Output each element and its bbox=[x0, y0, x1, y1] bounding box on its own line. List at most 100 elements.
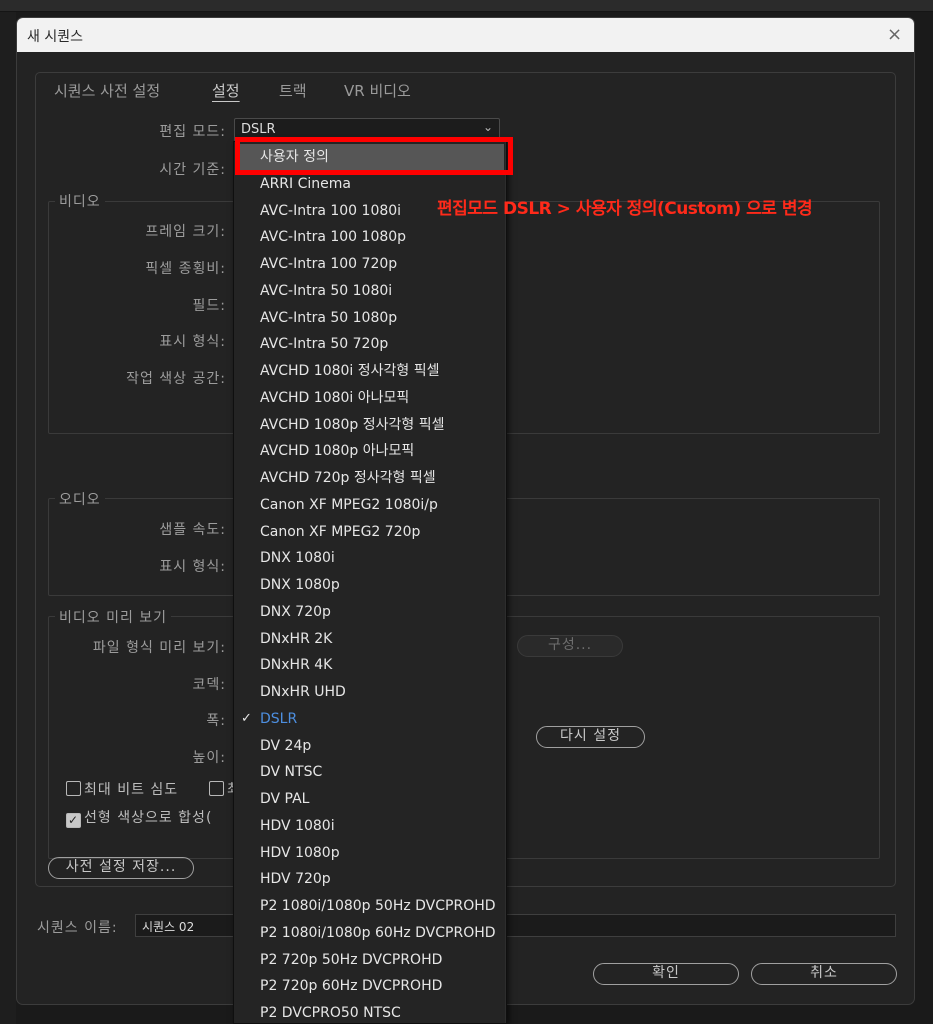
max-bit-depth-checkbox[interactable]: 최대 비트 심도 bbox=[66, 779, 178, 799]
annotation-text: 편집모드 DSLR > 사용자 정의(Custom) 으로 변경 bbox=[437, 199, 813, 219]
annotation-highlight-box bbox=[235, 137, 513, 175]
dropdown-item[interactable]: AVC-Intra 100 1080p bbox=[234, 224, 506, 250]
dropdown-item[interactable]: HDV 1080i bbox=[234, 813, 506, 839]
dropdown-item-label: AVCHD 1080i 정사각형 픽셀 bbox=[260, 363, 440, 379]
cancel-button[interactable]: 취소 bbox=[751, 963, 897, 985]
dropdown-item-label: HDV 1080p bbox=[260, 844, 340, 861]
dropdown-item-label: P2 720p 60Hz DVCPROHD bbox=[260, 978, 443, 995]
timebase-label: 시간 기준: bbox=[159, 162, 226, 178]
dropdown-item-label: DNxHR UHD bbox=[260, 684, 346, 700]
dropdown-item[interactable]: Canon XF MPEG2 1080i/p bbox=[234, 492, 506, 518]
dropdown-item-label: AVC-Intra 100 1080p bbox=[260, 229, 407, 246]
dropdown-item[interactable]: P2 1080i/1080p 60Hz DVCPROHD bbox=[234, 920, 506, 946]
linear-color-checkbox[interactable]: ✓ 선형 색상으로 합성( bbox=[66, 807, 212, 828]
preview-file-format-label: 파일 형식 미리 보기: bbox=[92, 640, 226, 656]
width-label: 폭: bbox=[206, 713, 226, 729]
dropdown-item[interactable]: AVC-Intra 50 1080p bbox=[234, 305, 506, 331]
dropdown-item-label: AVC-Intra 50 1080i bbox=[260, 282, 393, 299]
dropdown-item[interactable]: DNX 1080p bbox=[234, 572, 506, 598]
dropdown-item-label: P2 DVCPRO50 NTSC bbox=[260, 1005, 401, 1021]
dropdown-item[interactable]: DNxHR 2K bbox=[234, 626, 506, 652]
dropdown-item[interactable]: DNX 1080i bbox=[234, 545, 506, 571]
dropdown-item-label: P2 1080i/1080p 50Hz DVCPROHD bbox=[260, 898, 496, 914]
dropdown-item-label: DNX 1080i bbox=[260, 550, 335, 567]
dropdown-item[interactable]: DNX 720p bbox=[234, 599, 506, 625]
dropdown-item[interactable]: P2 720p 60Hz DVCPROHD bbox=[234, 973, 506, 999]
dropdown-item[interactable]: P2 1080i/1080p 50Hz DVCPROHD bbox=[234, 893, 506, 919]
tab-tracks[interactable]: 트랙 bbox=[279, 80, 307, 101]
dropdown-item-label: AVCHD 1080p 아나모픽 bbox=[260, 443, 415, 460]
dropdown-item[interactable]: DV NTSC bbox=[234, 759, 506, 785]
fields-label: 필드: bbox=[192, 298, 226, 314]
dropdown-item-label: AVC-Intra 100 1080i bbox=[260, 202, 402, 219]
dropdown-item-label: P2 720p 50Hz DVCPROHD bbox=[260, 951, 443, 968]
dialog-titlebar: 새 시퀀스 × bbox=[17, 18, 914, 52]
checkbox-checked-icon: ✓ bbox=[66, 813, 81, 828]
configure-button[interactable]: 구성... bbox=[517, 635, 623, 657]
chevron-down-icon: ⌄ bbox=[482, 120, 493, 134]
dropdown-item[interactable]: DV 24p bbox=[234, 733, 506, 759]
dropdown-scrollbar[interactable] bbox=[505, 142, 506, 1023]
sequence-name-label: 시퀀스 이름: bbox=[37, 920, 118, 936]
dropdown-item[interactable]: DV PAL bbox=[234, 786, 506, 812]
dropdown-item-label: DSLR bbox=[260, 710, 298, 727]
dropdown-item-label: ARRI Cinema bbox=[260, 175, 351, 192]
dropdown-item-label: DV PAL bbox=[260, 791, 310, 807]
dropdown-item-label: DV NTSC bbox=[260, 764, 323, 781]
dropdown-item[interactable]: P2 720p 50Hz DVCPROHD bbox=[234, 947, 506, 973]
dropdown-item-label: Canon XF MPEG2 1080i/p bbox=[260, 496, 438, 513]
dropdown-item[interactable]: AVCHD 1080i 아나모픽 bbox=[234, 385, 506, 411]
dropdown-item[interactable]: AVC-Intra 50 720p bbox=[234, 331, 506, 357]
background-app-panel bbox=[0, 12, 16, 1024]
ok-button[interactable]: 확인 bbox=[593, 963, 739, 985]
dropdown-item-label: AVCHD 1080i 아나모픽 bbox=[260, 389, 410, 406]
audio-display-format-label: 표시 형식: bbox=[159, 559, 226, 575]
working-color-space-label: 작업 색상 공간: bbox=[126, 371, 226, 387]
dropdown-item[interactable]: AVC-Intra 50 1080i bbox=[234, 278, 506, 304]
tab-settings[interactable]: 설정 bbox=[212, 80, 240, 101]
dropdown-item[interactable]: P2 DVCPRO50 NTSC bbox=[234, 1000, 506, 1023]
save-preset-button[interactable]: 사전 설정 저장... bbox=[48, 857, 194, 879]
dropdown-item[interactable]: AVCHD 1080p 정사각형 픽셀 bbox=[234, 412, 506, 438]
dropdown-item-label: DV 24p bbox=[260, 737, 312, 754]
tab-sequence-presets[interactable]: 시퀀스 사전 설정 bbox=[54, 80, 160, 101]
dropdown-item[interactable]: AVCHD 1080p 아나모픽 bbox=[234, 438, 506, 464]
video-group-title: 비디오 bbox=[55, 191, 105, 211]
dropdown-item[interactable]: ✓ DSLR bbox=[234, 706, 506, 732]
dropdown-item-label: AVCHD 720p 정사각형 픽셀 bbox=[260, 470, 436, 486]
height-label: 높이: bbox=[192, 750, 226, 766]
sample-rate-label: 샘플 속도: bbox=[159, 522, 226, 538]
dropdown-item-label: DNxHR 4K bbox=[260, 657, 333, 674]
dropdown-item[interactable]: DNxHR 4K bbox=[234, 652, 506, 678]
dropdown-item[interactable]: HDV 720p bbox=[234, 866, 506, 892]
background-app-toolbar bbox=[0, 0, 933, 12]
max-bit-depth-label: 최대 비트 심도 bbox=[84, 782, 179, 798]
tab-vr-video[interactable]: VR 비디오 bbox=[344, 80, 411, 101]
dropdown-item-label: DNX 1080p bbox=[260, 577, 340, 593]
dropdown-item[interactable]: AVCHD 1080i 정사각형 픽셀 bbox=[234, 358, 506, 384]
reset-button[interactable]: 다시 설정 bbox=[536, 726, 645, 748]
checkbox-empty-icon bbox=[209, 781, 224, 796]
dropdown-item-label: DNX 720p bbox=[260, 603, 331, 620]
dropdown-item-label: AVC-Intra 100 720p bbox=[260, 256, 398, 272]
display-format-label: 표시 형식: bbox=[159, 334, 226, 350]
dropdown-item-label: DNxHR 2K bbox=[260, 630, 333, 647]
checkmark-icon: ✓ bbox=[241, 710, 252, 726]
codec-label: 코덱: bbox=[192, 677, 226, 693]
dropdown-item[interactable]: AVC-Intra 100 720p bbox=[234, 251, 506, 277]
dropdown-item[interactable]: HDV 1080p bbox=[234, 840, 506, 866]
dropdown-item[interactable]: Canon XF MPEG2 720p bbox=[234, 519, 506, 545]
linear-color-label: 선형 색상으로 합성( bbox=[84, 810, 213, 826]
dropdown-item-label: Canon XF MPEG2 720p bbox=[260, 523, 421, 540]
frame-size-label: 프레임 크기: bbox=[145, 224, 226, 240]
checkbox-empty-icon bbox=[66, 781, 81, 796]
dropdown-item-label: AVC-Intra 50 1080p bbox=[260, 309, 398, 326]
dropdown-item[interactable]: AVCHD 720p 정사각형 픽셀 bbox=[234, 465, 506, 491]
dropdown-item-label: AVC-Intra 50 720p bbox=[260, 336, 389, 353]
edit-mode-label: 편집 모드: bbox=[159, 124, 226, 140]
edit-mode-dropdown-list: 사용자 정의 ARRI Cinema AVC-Intra 100 1080i AVC-… bbox=[233, 141, 507, 1024]
video-preview-group-title: 비디오 미리 보기 bbox=[55, 607, 172, 627]
pixel-aspect-label: 픽셀 종횡비: bbox=[145, 261, 226, 277]
dropdown-item[interactable]: DNxHR UHD bbox=[234, 679, 506, 705]
close-icon[interactable]: × bbox=[887, 24, 902, 45]
